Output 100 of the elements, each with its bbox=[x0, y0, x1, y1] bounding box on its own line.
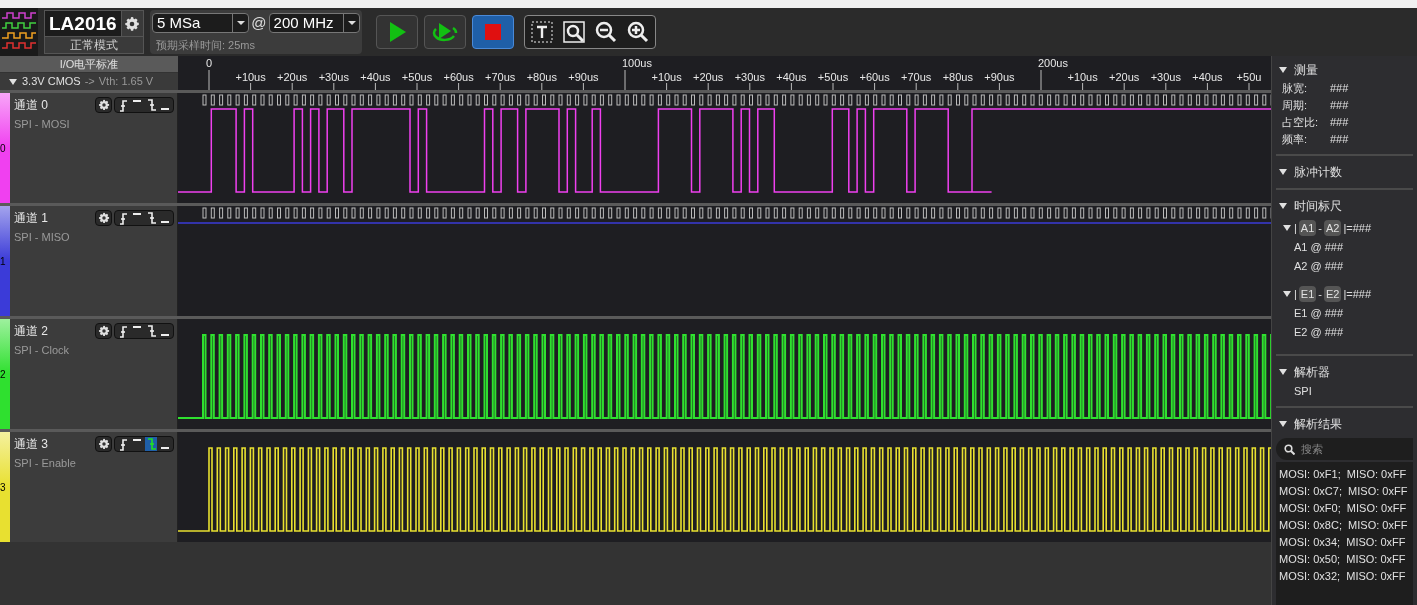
search-field[interactable]: 搜索 bbox=[1276, 438, 1413, 460]
result-row[interactable]: MOSI: 0xC7; MISO: 0xFF bbox=[1276, 483, 1413, 500]
section-header[interactable]: 时间标尺 bbox=[1272, 196, 1417, 216]
collapse-arrow-icon[interactable] bbox=[1282, 223, 1292, 233]
tick-mark bbox=[790, 82, 792, 90]
channel-settings-button[interactable] bbox=[95, 97, 112, 113]
time-label: +80us bbox=[942, 71, 973, 83]
trigger-rising-button[interactable] bbox=[117, 98, 129, 112]
result-row[interactable]: MOSI: 0x8C; MISO: 0xFF bbox=[1276, 517, 1413, 534]
settings-icon bbox=[97, 212, 110, 224]
cursor-position: E2 @ ### bbox=[1293, 325, 1345, 340]
text-tool-button[interactable] bbox=[529, 19, 555, 45]
time-label: +10us bbox=[651, 71, 682, 83]
channel-settings-button[interactable] bbox=[95, 210, 112, 226]
collapse-arrow-icon[interactable] bbox=[1278, 65, 1288, 75]
time-label: +30us bbox=[734, 71, 765, 83]
trigger-rising-button[interactable] bbox=[117, 437, 129, 451]
tick-mark bbox=[333, 82, 335, 90]
time-label: +90us bbox=[984, 71, 1015, 83]
time-label: +80us bbox=[526, 71, 557, 83]
collapse-arrow-icon[interactable] bbox=[1278, 201, 1288, 211]
time-label: +40us bbox=[1192, 71, 1223, 83]
collapse-arrow-icon[interactable] bbox=[1278, 367, 1288, 377]
repeat-start-button[interactable] bbox=[424, 15, 466, 49]
tick-mark bbox=[1206, 82, 1208, 90]
cursor-tag: A2 bbox=[1324, 219, 1342, 237]
zoom-out-button[interactable] bbox=[593, 19, 619, 45]
io-standard-dropdown[interactable]: 3.3V CMOS -> Vth: 1.65 V bbox=[0, 73, 178, 90]
measure-label: 占空比: bbox=[1282, 115, 1320, 131]
result-row[interactable]: MOSI: 0xF0; MISO: 0xFF bbox=[1276, 500, 1413, 517]
tick-mark bbox=[541, 82, 543, 90]
channel-color-bar: 1 bbox=[0, 206, 10, 316]
search-input[interactable]: 搜索 bbox=[1301, 440, 1401, 458]
time-label: +50u bbox=[1236, 71, 1262, 83]
tick-mark bbox=[666, 82, 668, 90]
channel-label: SPI - MISO bbox=[14, 230, 71, 245]
tick-mark bbox=[1123, 82, 1125, 90]
result-row[interactable]: MOSI: 0xF1; MISO: 0xFF bbox=[1276, 466, 1413, 483]
measure-value: ### bbox=[1330, 132, 1349, 148]
rising-edge-icon bbox=[118, 324, 128, 338]
zoom-fit-button[interactable] bbox=[561, 19, 587, 45]
section-header[interactable]: 测量 bbox=[1272, 60, 1417, 80]
tick-mark bbox=[707, 82, 709, 90]
section-header[interactable]: 解析器 bbox=[1272, 362, 1417, 382]
time-label: +70us bbox=[901, 71, 932, 83]
trigger-rising-button[interactable] bbox=[117, 324, 129, 338]
settings-icon bbox=[97, 325, 110, 337]
io-standard-value: 3.3V CMOS bbox=[22, 74, 81, 90]
rising-edge-icon bbox=[118, 437, 128, 451]
tick-mark bbox=[915, 82, 917, 90]
tick-mark bbox=[416, 82, 418, 90]
tick-mark bbox=[582, 82, 584, 90]
channel-color-bar: 0 bbox=[0, 93, 10, 203]
dropdown-arrow-icon[interactable] bbox=[8, 76, 18, 87]
play-loop-icon bbox=[431, 20, 459, 44]
result-row[interactable]: MOSI: 0x34; MISO: 0xFF bbox=[1276, 534, 1413, 551]
measure-label: 脉宽: bbox=[1282, 81, 1309, 97]
tick-mark bbox=[208, 69, 210, 90]
collapse-arrow-icon[interactable] bbox=[1282, 289, 1292, 299]
tick-mark bbox=[1165, 82, 1167, 90]
falling-edge-icon bbox=[146, 99, 156, 111]
settings-icon bbox=[124, 15, 141, 32]
section-header[interactable]: 脉冲计数 bbox=[1272, 162, 1417, 182]
cursor-text: - bbox=[1318, 286, 1322, 302]
cursor-position: A2 @ ### bbox=[1293, 259, 1345, 274]
cursor-tag: E2 bbox=[1324, 285, 1342, 303]
channel-settings-button[interactable] bbox=[95, 323, 112, 339]
sample-rate-dropdown[interactable]: 200 MHz bbox=[268, 13, 360, 34]
collapse-arrow-icon[interactable] bbox=[1278, 419, 1288, 429]
zoom-in-button[interactable] bbox=[625, 19, 651, 45]
tick-mark bbox=[1082, 82, 1084, 90]
channel-settings-button[interactable] bbox=[95, 436, 112, 452]
decoder-item[interactable]: SPI bbox=[1272, 382, 1417, 400]
start-button[interactable] bbox=[376, 15, 418, 49]
time-label: +30us bbox=[318, 71, 349, 83]
section-header[interactable]: 解析结果 bbox=[1272, 414, 1417, 434]
cursor-text: | bbox=[1294, 220, 1297, 236]
measure-value: ### bbox=[1330, 115, 1349, 131]
search-icon bbox=[1284, 443, 1295, 455]
caret-icon bbox=[347, 21, 356, 26]
time-label: +10us bbox=[1067, 71, 1098, 83]
time-label: +40us bbox=[360, 71, 391, 83]
cursor-text: | bbox=[1294, 286, 1297, 302]
result-row[interactable]: MOSI: 0x50; MISO: 0xFF bbox=[1276, 551, 1413, 568]
sample-depth-dropdown[interactable]: 5 MSa bbox=[152, 13, 250, 34]
section-title: 测量 bbox=[1294, 62, 1318, 79]
result-row[interactable]: MOSI: 0x32; MISO: 0xFF bbox=[1276, 568, 1413, 585]
channel-color-bar: 3 bbox=[0, 432, 10, 542]
zoom-out-icon bbox=[595, 21, 617, 43]
threshold-label: Vth: 1.65 V bbox=[98, 74, 154, 90]
collapse-arrow-icon[interactable] bbox=[1278, 167, 1288, 177]
time-label: +40us bbox=[776, 71, 807, 83]
section-title: 解析器 bbox=[1294, 364, 1330, 381]
channel-color-bar: 2 bbox=[0, 319, 10, 429]
time-label: +30us bbox=[1150, 71, 1181, 83]
cursor-text: |=### bbox=[1343, 220, 1372, 236]
time-label: +20us bbox=[277, 71, 308, 83]
time-label: +10us bbox=[235, 71, 266, 83]
trigger-rising-button[interactable] bbox=[117, 211, 129, 225]
text-cursor-icon bbox=[531, 21, 553, 43]
